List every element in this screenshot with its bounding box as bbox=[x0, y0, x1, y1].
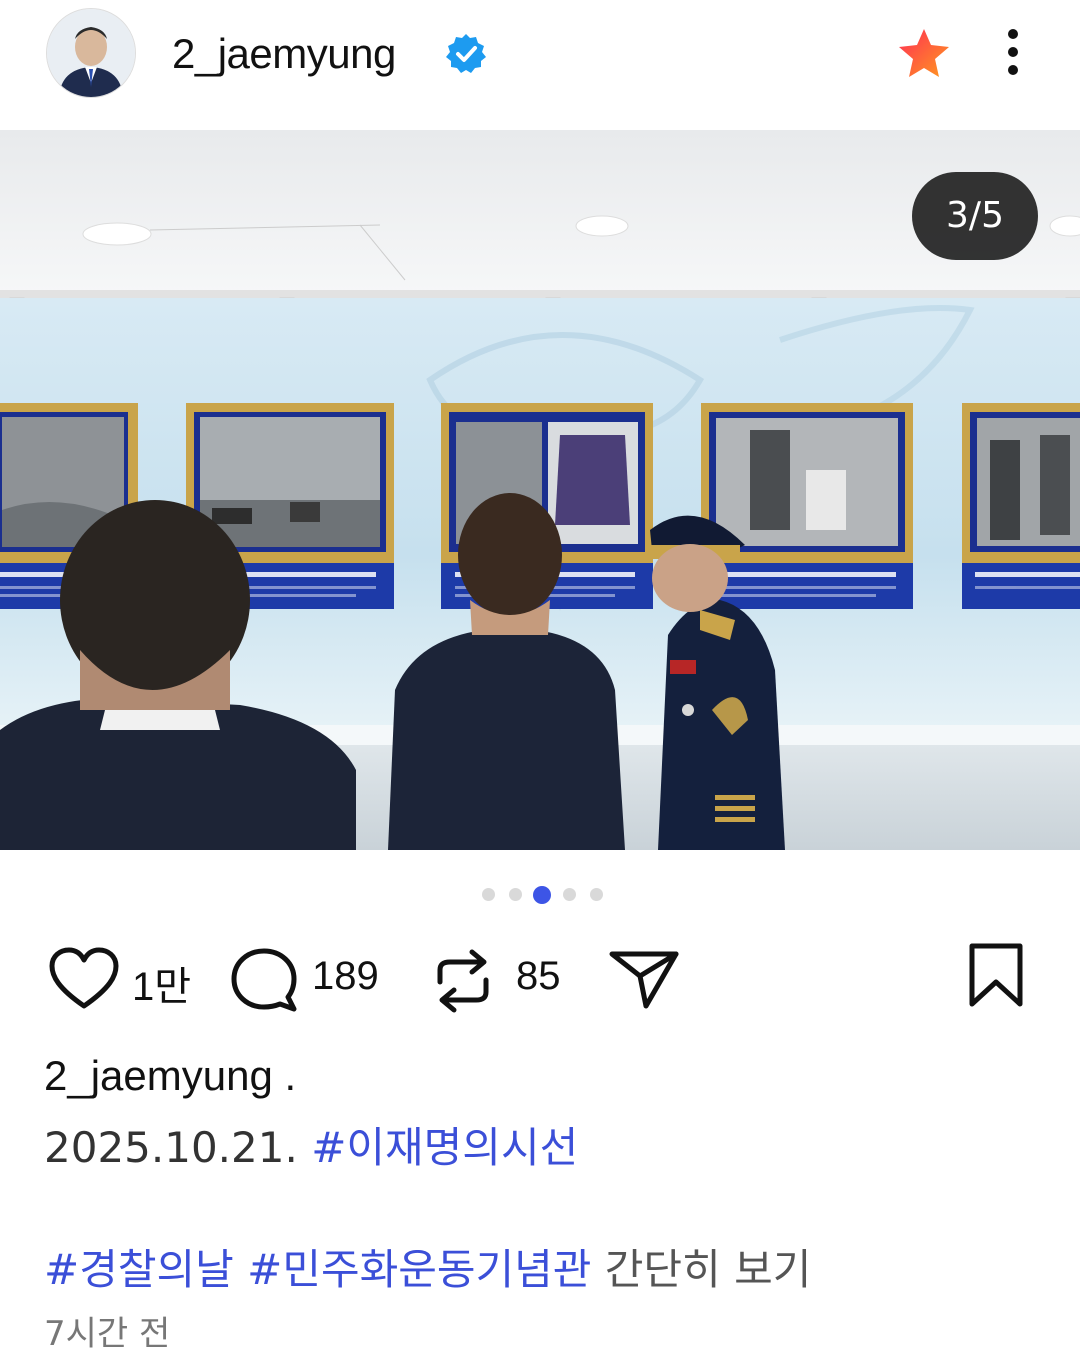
like-count[interactable]: 1만 bbox=[132, 954, 191, 1012]
verified-badge-icon bbox=[446, 34, 486, 73]
caption-username[interactable]: 2_jaemyung . bbox=[44, 1052, 296, 1100]
star-icon[interactable] bbox=[896, 26, 952, 80]
header-username[interactable]: 2_jaemyung bbox=[172, 30, 396, 78]
bookmark-icon[interactable] bbox=[966, 942, 1026, 1008]
more-options-icon[interactable] bbox=[992, 24, 1034, 84]
hashtag-link[interactable]: #이재명의시선 bbox=[311, 1123, 578, 1172]
caption-line-2: #경찰의날 #민주화운동기념관 간단히 보기 bbox=[44, 1236, 811, 1297]
caption-line-1: 2025.10.21. #이재명의시선 bbox=[44, 1114, 578, 1175]
comment-count[interactable]: 189 bbox=[312, 954, 379, 999]
carousel-dots bbox=[0, 886, 1080, 906]
hashtag-link[interactable]: #민주화운동기념관 bbox=[247, 1245, 591, 1294]
avatar[interactable] bbox=[46, 8, 136, 98]
hashtag-link[interactable]: #경찰의날 bbox=[44, 1245, 234, 1294]
share-icon[interactable] bbox=[608, 946, 680, 1010]
heart-icon[interactable] bbox=[48, 946, 120, 1012]
repost-count[interactable]: 85 bbox=[516, 954, 561, 999]
carousel-dot[interactable] bbox=[482, 888, 495, 901]
image-counter: 3/5 bbox=[912, 172, 1038, 260]
post-header: 2_jaemyung bbox=[0, 0, 1080, 130]
carousel-dot-active[interactable] bbox=[533, 886, 551, 904]
action-bar: 1만 189 85 bbox=[0, 940, 1080, 1020]
comment-icon[interactable] bbox=[228, 946, 300, 1014]
post-date: 2025.10.21. bbox=[44, 1123, 298, 1172]
post-timestamp: 7시간 전 bbox=[44, 1314, 171, 1354]
collapse-caption-link[interactable]: 간단히 보기 bbox=[605, 1245, 812, 1294]
carousel-dot[interactable] bbox=[590, 888, 603, 901]
carousel-dot[interactable] bbox=[563, 888, 576, 901]
carousel-dot[interactable] bbox=[509, 888, 522, 901]
repost-icon[interactable] bbox=[432, 946, 494, 1016]
